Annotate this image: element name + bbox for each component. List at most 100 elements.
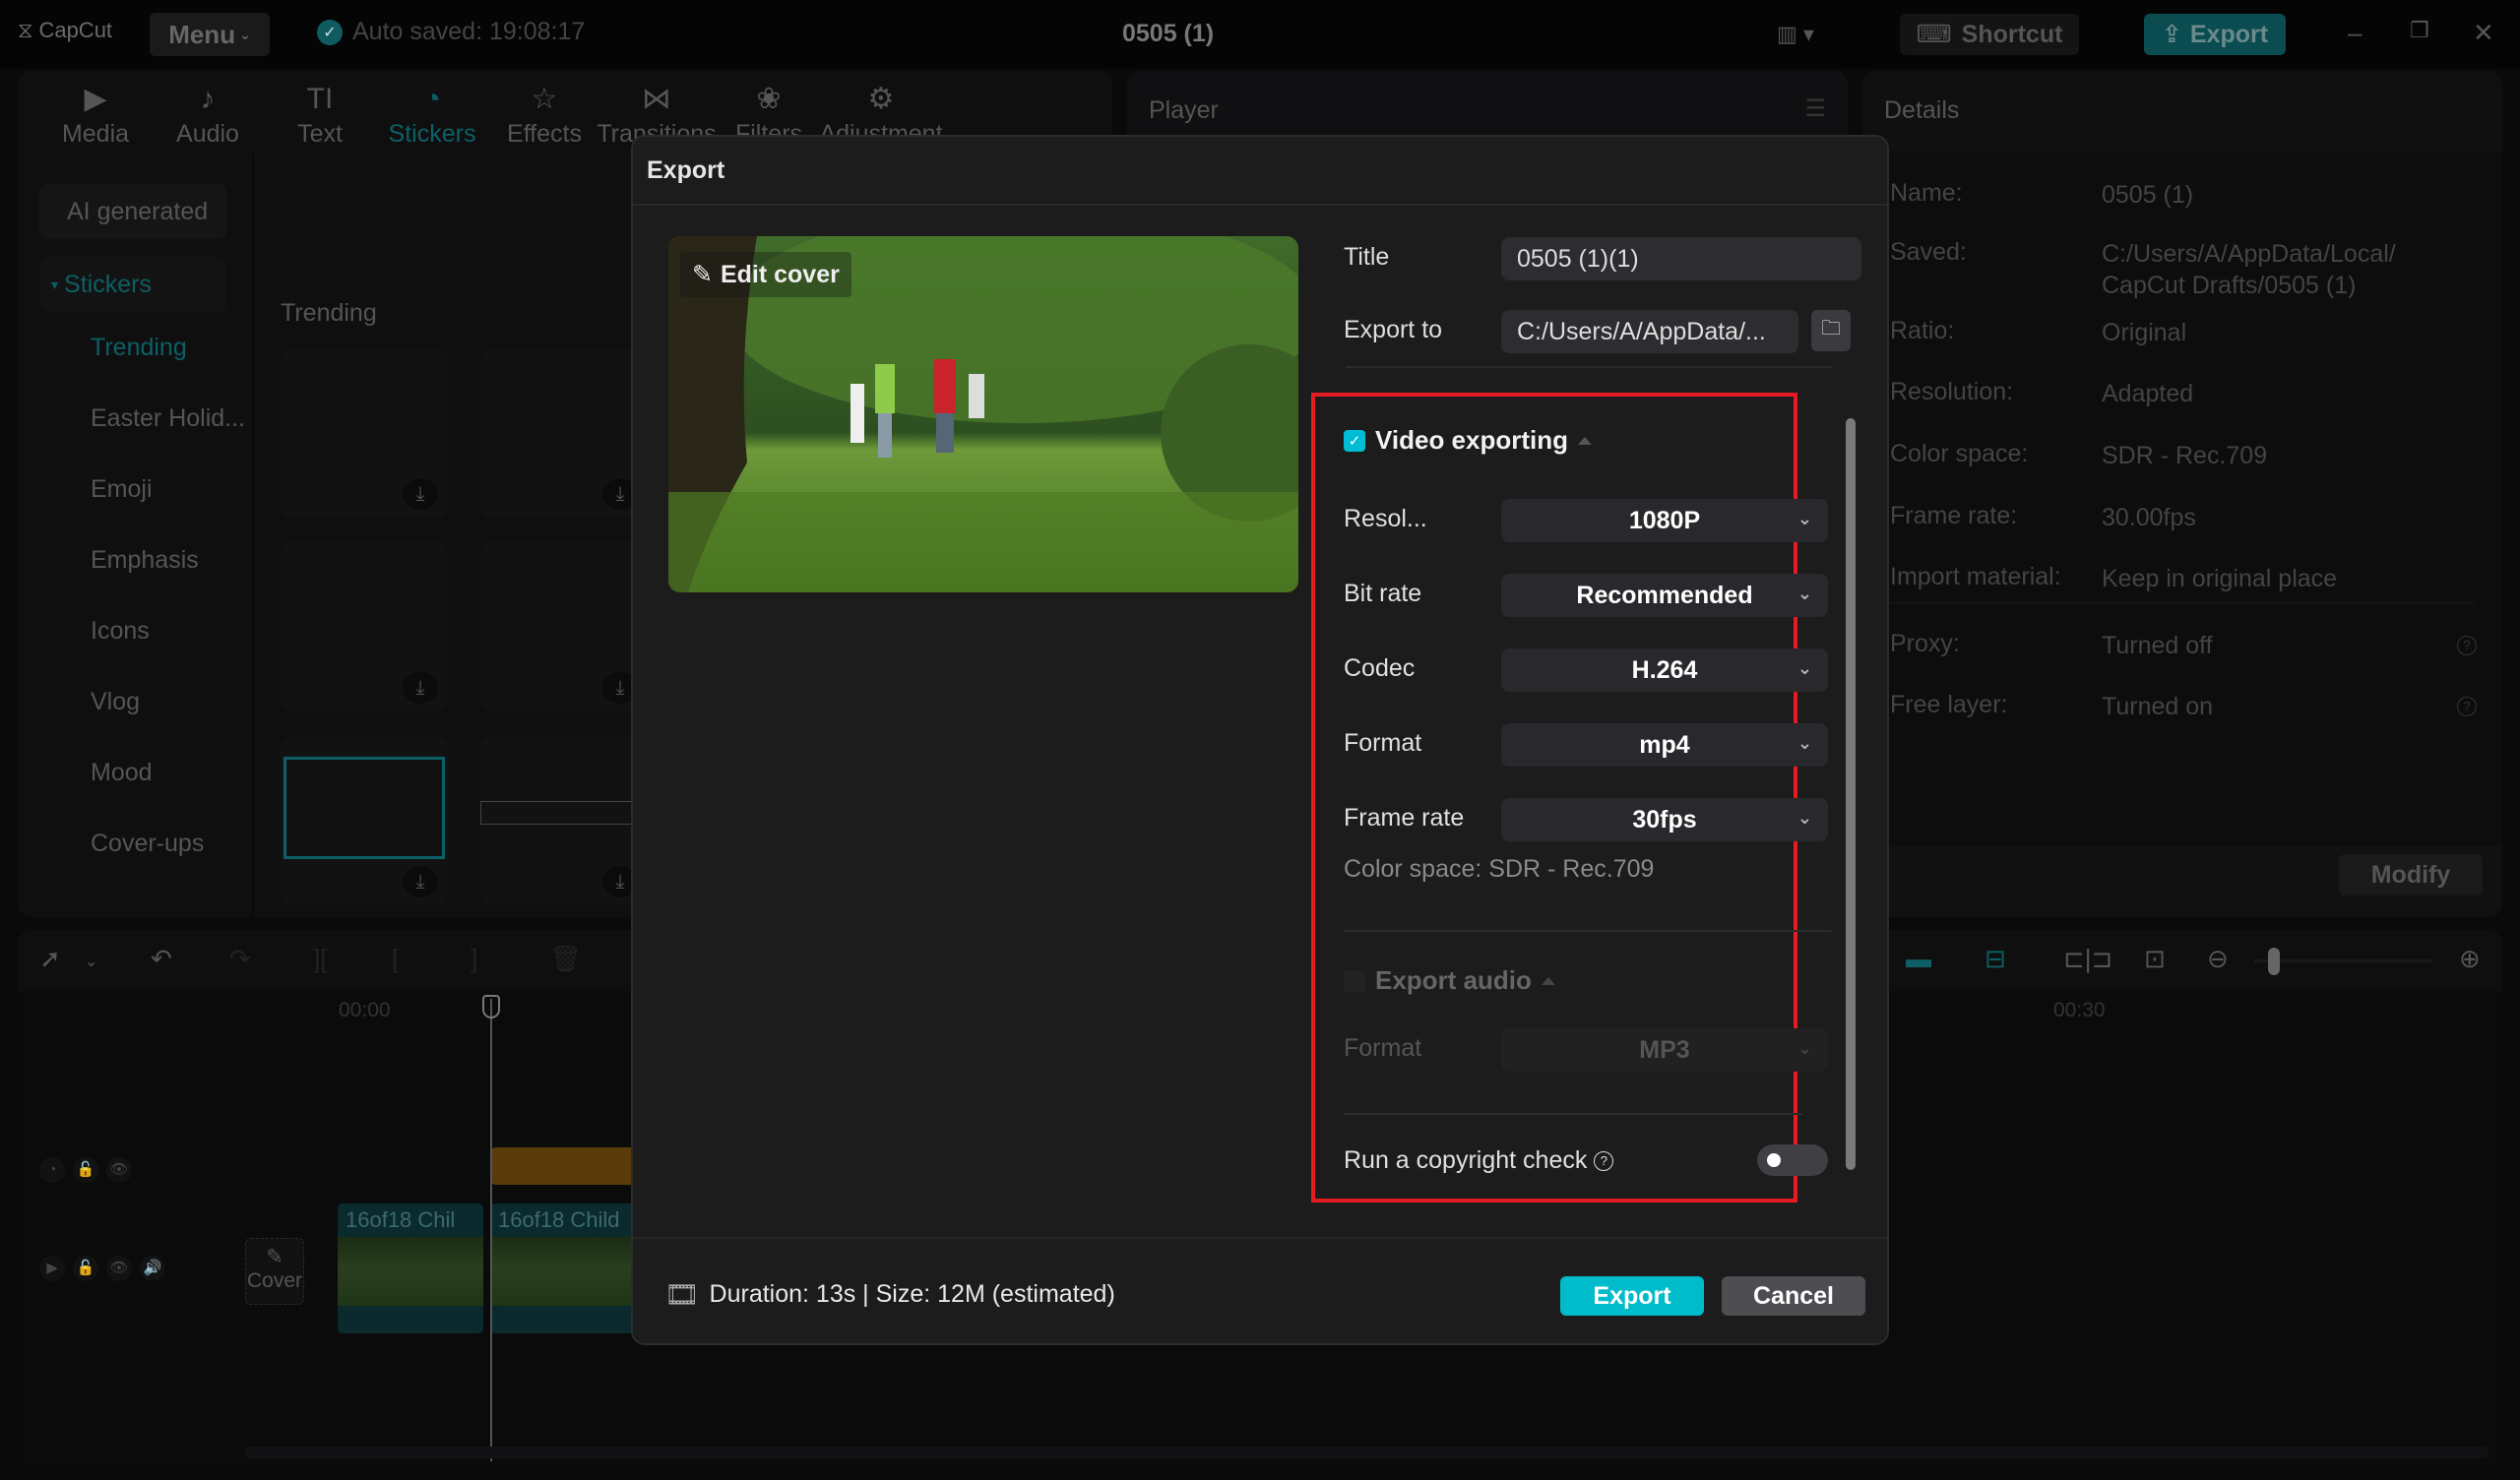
stickers-icon: ◔	[422, 83, 442, 115]
setting-select-format[interactable]: mp4 ⌄	[1501, 723, 1828, 767]
magnet-icon[interactable]: ▬	[1906, 944, 1931, 974]
link-icon[interactable]: ⊟	[1984, 944, 2006, 974]
timeline-scrollbar[interactable]	[244, 1447, 2488, 1458]
sticker-item[interactable]: ⤓	[281, 348, 448, 518]
details-value: C:/Users/A/AppData/Local/ CapCut Drafts/…	[2102, 240, 2396, 299]
audio-export-checkbox[interactable]	[1344, 969, 1365, 992]
top-export-label: Export	[2189, 20, 2269, 48]
redo-icon[interactable]: ↷	[229, 944, 251, 974]
category-item[interactable]: Vlog	[39, 666, 256, 737]
help-icon[interactable]: ?	[2457, 697, 2477, 716]
zoom-slider-track[interactable]	[2254, 959, 2431, 962]
menu-label: Menu	[168, 19, 236, 49]
menu-lines-icon[interactable]: ☰	[1804, 94, 1826, 123]
restore-icon[interactable]: ❐	[2410, 18, 2429, 43]
select-tool-icon[interactable]: ➚	[39, 944, 61, 974]
tab-audio[interactable]: ♪ Audio	[152, 79, 264, 149]
playhead-handle[interactable]	[482, 995, 500, 1018]
tab-stickers[interactable]: ◔ Stickers	[376, 79, 488, 149]
delete-icon[interactable]: 🗑	[549, 944, 582, 974]
edit-icon: ✎	[692, 261, 713, 288]
zoom-in-icon[interactable]: ⊕	[2459, 944, 2481, 974]
category-item[interactable]: Easter Holid...	[39, 383, 256, 454]
sticker-item[interactable]: ⤓	[281, 542, 448, 711]
download-icon[interactable]: ⤓	[403, 866, 438, 897]
section-title: Trending	[281, 299, 377, 327]
eye-icon[interactable]: 👁	[106, 1157, 132, 1183]
settings-scrollbar[interactable]	[1846, 418, 1856, 1170]
category-item[interactable]: Emoji	[39, 454, 256, 524]
download-icon[interactable]: ⤓	[403, 478, 438, 510]
sticker-item[interactable]: ⤓	[480, 348, 648, 518]
audio-export-section[interactable]: Export audio	[1344, 965, 1555, 996]
layout-icon[interactable]: ▥ ▾	[1777, 22, 1814, 47]
modify-button[interactable]: Modify	[2339, 854, 2483, 895]
category-item[interactable]: Icons	[39, 595, 256, 666]
color-space-info: Color space: SDR - Rec.709	[1344, 855, 1655, 883]
sticker-item[interactable]: ⤓	[281, 736, 448, 905]
setting-select-codec[interactable]: H.264 ⌄	[1501, 648, 1828, 692]
details-row: Ratio: Original	[1890, 317, 2456, 348]
zoom-slider-handle[interactable]	[2268, 948, 2280, 975]
top-export-button[interactable]: ⇪ Export	[2144, 14, 2286, 55]
audio-format-select[interactable]: MP3 ⌄	[1501, 1028, 1828, 1072]
zoom-fit-icon[interactable]: ⊡	[2144, 944, 2166, 974]
zoom-out-icon[interactable]: ⊖	[2207, 944, 2229, 974]
sticker-item[interactable]: ⤓	[480, 542, 648, 711]
stickers-group-toggle[interactable]: ▾ Stickers	[39, 257, 226, 312]
minimize-icon[interactable]: –	[2348, 18, 2362, 48]
video-export-heading: Video exporting	[1375, 425, 1568, 455]
help-icon[interactable]: ?	[2457, 636, 2477, 655]
trim-left-icon[interactable]: [	[392, 944, 399, 974]
category-item[interactable]: Emphasis	[39, 524, 256, 595]
split-preview-icon[interactable]: ⊏|⊐	[2063, 944, 2112, 974]
video-clip[interactable]: 16of18 Chil	[338, 1203, 483, 1333]
close-icon[interactable]: ✕	[2473, 18, 2494, 48]
download-icon[interactable]: ⤓	[403, 672, 438, 704]
chevron-down-icon[interactable]: ⌄	[85, 952, 97, 971]
tab-text[interactable]: TI Text	[264, 79, 376, 149]
cover-button[interactable]: ✎ Cover	[245, 1238, 304, 1305]
copyright-toggle[interactable]	[1757, 1144, 1828, 1176]
sticker-item[interactable]: ⤓	[480, 736, 648, 905]
export-button[interactable]: Export	[1560, 1276, 1704, 1316]
cover-preview[interactable]: ✎ Edit cover	[668, 236, 1298, 592]
category-item[interactable]: Mood	[39, 737, 256, 808]
tab-media[interactable]: ▶ Media	[39, 79, 152, 149]
title-input[interactable]: 0505 (1)(1)	[1501, 237, 1861, 280]
edit-cover-button[interactable]: ✎ Edit cover	[680, 252, 851, 297]
help-icon[interactable]: ?	[1594, 1151, 1614, 1172]
subcategory-list: Trending Easter Holid... Emoji Emphasis Icon…	[39, 312, 256, 879]
tab-effects[interactable]: ☆ Effects	[488, 79, 600, 149]
chevron-down-icon: ⌄	[1796, 808, 1812, 828]
tab-label: Text	[297, 120, 343, 148]
lock-icon[interactable]: 🔓	[73, 1256, 98, 1281]
video-clip[interactable]: 16of18 Child	[490, 1203, 648, 1333]
volume-icon[interactable]: 🔊	[140, 1256, 165, 1281]
category-item[interactable]: Trending	[39, 312, 256, 383]
undo-icon[interactable]: ↶	[151, 944, 172, 974]
category-item[interactable]: Cover-ups	[39, 808, 256, 879]
split-icon[interactable]: ][	[313, 944, 327, 974]
menu-button[interactable]: Menu ⌄	[150, 13, 270, 56]
ai-generated-button[interactable]: AI generated	[39, 184, 226, 239]
folder-icon[interactable]: 🗀	[1811, 310, 1851, 351]
collapse-icon[interactable]	[1541, 976, 1555, 985]
setting-select-resol[interactable]: 1080P ⌄	[1501, 499, 1828, 542]
export-path-input[interactable]: C:/Users/A/AppData/...	[1501, 310, 1798, 353]
track-type-icon: ◔	[39, 1157, 65, 1183]
eye-icon[interactable]: 👁	[106, 1256, 132, 1281]
video-export-checkbox[interactable]: ✓	[1344, 429, 1365, 452]
divider	[1344, 1113, 1802, 1115]
video-export-section[interactable]: ✓ Video exporting	[1344, 425, 1592, 456]
playhead-line[interactable]	[490, 999, 492, 1461]
lock-icon[interactable]: 🔓	[73, 1157, 98, 1183]
shortcut-button[interactable]: ⌨ Shortcut	[1900, 14, 2079, 55]
export-summary: 🎞 Duration: 13s | Size: 12M (estimated)	[664, 1278, 1115, 1311]
collapse-icon[interactable]	[1578, 436, 1592, 445]
cancel-button[interactable]: Cancel	[1722, 1276, 1865, 1316]
setting-select-bit-rate[interactable]: Recommended ⌄	[1501, 574, 1828, 617]
setting-select-frame-rate[interactable]: 30fps ⌄	[1501, 798, 1828, 841]
trim-right-icon[interactable]: ]	[471, 944, 477, 974]
autosave-text: Auto saved: 19:08:17	[352, 18, 586, 45]
